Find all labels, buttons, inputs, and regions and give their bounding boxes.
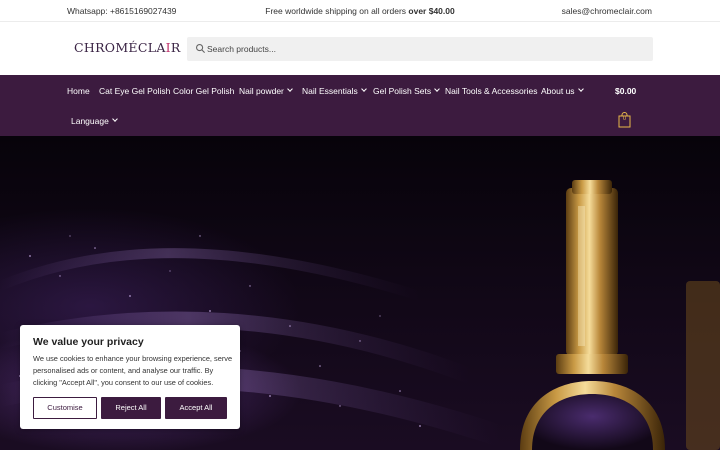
logo-text-end: R	[170, 40, 181, 55]
chevron-down-icon	[360, 86, 367, 92]
nav-language[interactable]: Language	[71, 116, 118, 126]
nav-nail-tools-label: Nail Tools & Accessories	[445, 86, 538, 96]
nav-cat-eye-label: Cat Eye Gel Polish	[99, 86, 171, 96]
nav-about-us-label: About us	[541, 86, 575, 96]
chevron-down-icon	[434, 86, 440, 92]
nav-nail-tools[interactable]: Nail Tools & Accessories	[445, 86, 537, 96]
nav-home[interactable]: Home	[67, 86, 90, 96]
customise-button[interactable]: Customise	[33, 397, 97, 419]
search-input[interactable]	[207, 40, 637, 58]
reject-all-button[interactable]: Reject All	[101, 397, 161, 419]
search-bar	[187, 37, 653, 61]
cookie-consent-dialog: We value your privacy We use cookies to …	[20, 325, 240, 429]
nav-about-us[interactable]: About us	[541, 86, 584, 96]
search-icon	[196, 44, 206, 54]
accept-all-button[interactable]: Accept All	[165, 397, 227, 419]
nav-color-gel-label: Color Gel Polish	[173, 86, 235, 96]
cart-total[interactable]: $0.00	[615, 86, 636, 96]
shipping-text: Free worldwide shipping on all orders	[265, 6, 409, 16]
nav-language-label: Language	[71, 116, 109, 126]
cookie-description: We use cookies to enhance your browsing …	[33, 354, 233, 387]
nav-gel-polish-sets[interactable]: Gel Polish Sets	[373, 86, 440, 96]
site-logo[interactable]: CHROMÉCLAIR	[74, 40, 181, 55]
nav-gel-polish-sets-label: Gel Polish Sets	[373, 86, 432, 96]
shipping-amount: over $40.00	[408, 6, 455, 16]
main-navigation: Home Cat Eye Gel Polish Color Gel Polish…	[0, 75, 720, 136]
nav-nail-powder-label: Nail powder	[239, 86, 284, 96]
cookie-title: We value your privacy	[33, 336, 144, 348]
nav-nail-powder[interactable]: Nail powder	[239, 86, 293, 96]
nav-cat-eye-gel-polish[interactable]: Cat Eye Gel Polish	[99, 86, 170, 96]
chevron-down-icon	[111, 116, 118, 122]
nav-nail-essentials-label: Nail Essentials	[302, 86, 358, 96]
chevron-down-icon	[287, 86, 293, 92]
nav-home-label: Home	[67, 86, 90, 96]
site-header: CHROMÉCLAIR	[0, 22, 720, 75]
logo-text: CHROMÉCLA	[74, 40, 166, 55]
email-contact[interactable]: sales@chromeclair.com	[562, 6, 652, 16]
cart-count-badge: 0	[622, 116, 627, 122]
nav-color-gel-polish[interactable]: Color Gel Polish	[173, 86, 234, 96]
nav-nail-essentials[interactable]: Nail Essentials	[302, 86, 367, 96]
chevron-down-icon	[577, 86, 584, 92]
top-bar: Whatsapp: +8615169027439 Free worldwide …	[0, 0, 720, 22]
